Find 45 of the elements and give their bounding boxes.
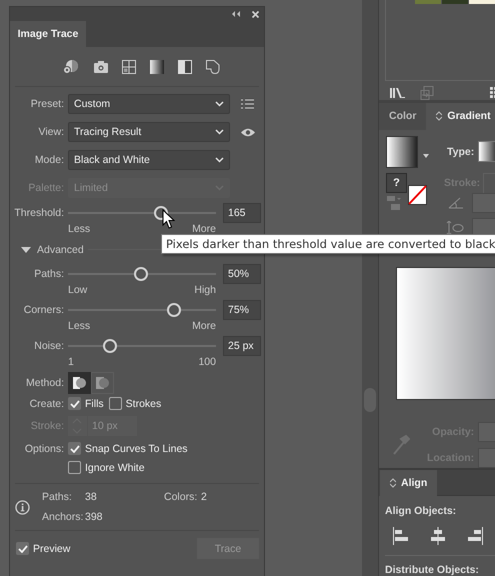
slider-min-label: Low bbox=[68, 284, 88, 296]
type-label: Type: bbox=[447, 146, 474, 158]
checkbox-label: Ignore White bbox=[85, 462, 145, 474]
value-field[interactable]: 165 bbox=[223, 203, 261, 223]
distribute-objects-label: Distribute Objects: bbox=[385, 564, 480, 576]
panel-tab[interactable]: Color bbox=[379, 103, 426, 130]
slider-min-label: Less bbox=[68, 320, 90, 332]
field-label: Noise: bbox=[33, 340, 64, 352]
checkbox-label: Fills bbox=[85, 398, 104, 410]
field-label: Paths: bbox=[33, 268, 64, 280]
field-label: Options: bbox=[24, 442, 64, 454]
align-objects-label: Align Objects: bbox=[385, 505, 458, 517]
checkbox-label: Strokes bbox=[126, 398, 162, 410]
checkbox-label: Snap Curves To Lines bbox=[85, 442, 188, 454]
stat-label: Paths: bbox=[42, 491, 73, 503]
field-label: View: bbox=[38, 126, 64, 138]
stat-label: Colors: bbox=[164, 491, 198, 503]
slider-max-label: 100 bbox=[198, 356, 216, 368]
dropdown[interactable]: Tracing Result bbox=[68, 122, 230, 142]
field-label: Method: bbox=[25, 377, 64, 389]
field-label: Threshold: bbox=[13, 207, 64, 219]
dropdown[interactable]: Custom bbox=[68, 94, 230, 114]
slider-max-label: More bbox=[192, 320, 216, 332]
slider-max-label: More bbox=[192, 223, 216, 235]
field-label: Mode: bbox=[34, 154, 64, 166]
stat-value: 38 bbox=[85, 491, 98, 503]
checkbox-label: Preview bbox=[33, 542, 70, 554]
value-field[interactable]: 25 px bbox=[223, 336, 261, 356]
advanced-toggle[interactable]: Advanced bbox=[21, 244, 84, 256]
slider-min-label: 1 bbox=[68, 356, 74, 368]
panel-tab[interactable]: Align bbox=[380, 470, 438, 496]
field-label: Create: bbox=[28, 398, 64, 410]
dropdown[interactable]: Black and White bbox=[68, 150, 230, 170]
panel-tab[interactable]: Image Trace bbox=[10, 21, 86, 47]
stat-value: 398 bbox=[85, 511, 104, 523]
stat-label: Anchors: bbox=[42, 511, 84, 523]
slider-max-label: High bbox=[194, 284, 216, 296]
value-field[interactable]: 50% bbox=[223, 264, 261, 284]
fill-indicator[interactable]: ? bbox=[386, 172, 407, 192]
panel-tab[interactable]: Gradient bbox=[426, 103, 495, 130]
stat-value: 2 bbox=[201, 491, 207, 503]
field-label: Preset: bbox=[30, 98, 64, 110]
slider-min-label: Less bbox=[68, 223, 90, 235]
field-label: Corners: bbox=[22, 304, 64, 316]
value-field[interactable]: 75% bbox=[223, 300, 261, 320]
